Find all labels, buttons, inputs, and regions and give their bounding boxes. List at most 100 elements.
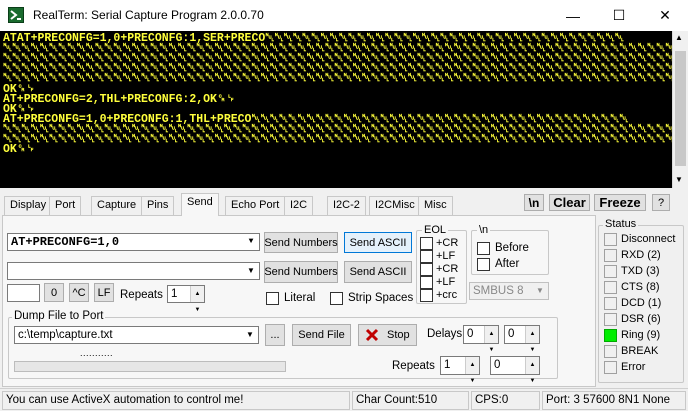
smbus-select[interactable]: SMBUS 8 ▼ bbox=[469, 282, 549, 300]
tab-i2c-2[interactable]: I2C-2 bbox=[327, 196, 366, 215]
tab-i2cmisc[interactable]: I2CMisc bbox=[369, 196, 421, 215]
chevron-down-icon[interactable]: ▼ bbox=[243, 234, 259, 250]
terminal-display[interactable]: ATAT+PRECONFG=1,0+PRECONFG:1,SER+PRECO␀␀… bbox=[0, 31, 672, 188]
delay2-value: 0 bbox=[508, 328, 515, 340]
send-zero-button[interactable]: 0 bbox=[44, 283, 64, 302]
scrollbar-thumb[interactable] bbox=[675, 51, 686, 166]
scroll-down-icon[interactable]: ▼ bbox=[675, 175, 683, 184]
status-item-label: Error bbox=[621, 361, 646, 373]
tab-display[interactable]: Display bbox=[4, 196, 53, 215]
tab-capture[interactable]: Capture bbox=[91, 196, 143, 215]
delay1-spinner[interactable]: 0 ▲ ▼ bbox=[463, 325, 499, 353]
clear-button[interactable]: Clear bbox=[549, 194, 590, 211]
stop-label: Stop bbox=[387, 329, 410, 341]
status-led-icon bbox=[604, 233, 617, 246]
status-led-icon bbox=[604, 361, 617, 374]
smbus-value: SMBUS 8 bbox=[473, 285, 524, 297]
status-led-icon bbox=[604, 313, 617, 326]
dump-repeats1-spinner[interactable]: 1 ▲ ▼ bbox=[440, 356, 480, 384]
send-file-button[interactable]: Send File bbox=[292, 324, 351, 346]
repeats-label: Repeats bbox=[120, 289, 163, 301]
eol-cr-label-2: +CR bbox=[436, 263, 459, 275]
status-item-label: BREAK bbox=[621, 345, 659, 357]
maximize-button[interactable]: ☐ bbox=[596, 0, 642, 31]
eol-cr-label-1: +CR bbox=[436, 237, 459, 249]
status-item: DCD (1) bbox=[604, 297, 684, 311]
status-item-label: Disconnect bbox=[621, 233, 676, 245]
send-repeats-spinner[interactable]: 1 ▲ ▼ bbox=[167, 285, 205, 313]
terminal-scrollbar[interactable]: ▲ ▼ bbox=[672, 31, 688, 188]
tab-misc[interactable]: Misc bbox=[418, 196, 453, 215]
newline-group-title: \n bbox=[477, 224, 491, 236]
status-item: Ring (9) bbox=[604, 329, 684, 343]
tab-echo-port[interactable]: Echo Port bbox=[225, 196, 286, 215]
scroll-up-icon[interactable]: ▲ bbox=[675, 33, 683, 42]
eol-lf-checkbox-2[interactable] bbox=[420, 276, 433, 289]
terminal-line: AT+PRECONFG=2,THL+PRECONFG:2,OK␍␊ bbox=[3, 92, 236, 106]
dump-file-value: c:\temp\capture.txt bbox=[18, 329, 113, 341]
dump-repeats1-value: 1 bbox=[444, 359, 451, 371]
eol-cr-checkbox-2[interactable] bbox=[420, 263, 433, 276]
tab-send[interactable]: Send bbox=[181, 193, 219, 216]
status-item: CTS (8) bbox=[604, 281, 684, 295]
before-label: Before bbox=[495, 242, 529, 254]
chevron-down-icon[interactable]: ▼ bbox=[242, 327, 258, 343]
before-checkbox[interactable] bbox=[477, 242, 490, 255]
send-numbers-button-1[interactable]: Send Numbers bbox=[264, 232, 338, 253]
stop-button[interactable]: Stop bbox=[358, 324, 417, 346]
status-item: DSR (6) bbox=[604, 313, 684, 327]
dump-repeats2-value: 0 bbox=[494, 359, 501, 371]
ctrl-c-button[interactable]: ^C bbox=[69, 283, 89, 302]
status-led-icon bbox=[604, 329, 617, 342]
send-line1-value: AT+PRECONFG=1,0 bbox=[11, 235, 120, 249]
freeze-button[interactable]: Freeze bbox=[594, 194, 646, 211]
help-button[interactable]: ? bbox=[652, 194, 670, 211]
port-info: Port: 3 57600 8N1 None bbox=[542, 391, 686, 410]
tab-i2c[interactable]: I2C bbox=[284, 196, 314, 215]
browse-file-button[interactable]: ... bbox=[265, 324, 285, 346]
send-repeats-value: 1 bbox=[171, 288, 178, 300]
status-led-icon bbox=[604, 345, 617, 358]
send-line2-combo[interactable]: ▼ bbox=[7, 262, 260, 280]
dump-repeats2-spinner[interactable]: 0 ▲ ▼ bbox=[490, 356, 540, 384]
status-item-label: Ring (9) bbox=[621, 329, 661, 341]
spinner-arrows-icon[interactable]: ▲ ▼ bbox=[525, 326, 539, 353]
after-checkbox[interactable] bbox=[477, 258, 490, 271]
send-line1-combo[interactable]: AT+PRECONFG=1,0 ▼ bbox=[7, 233, 260, 251]
send-numbers-button-2[interactable]: Send Numbers bbox=[264, 261, 338, 283]
status-led-icon bbox=[604, 281, 617, 294]
char-input[interactable] bbox=[7, 284, 40, 302]
terminal-line: OK␍␊ bbox=[3, 143, 36, 157]
eol-crc-label: +crc bbox=[436, 289, 458, 301]
literal-checkbox[interactable] bbox=[266, 292, 279, 305]
status-item-label: TXD (3) bbox=[621, 265, 660, 277]
newline-button[interactable]: \n bbox=[524, 194, 544, 211]
dump-repeats-label: Repeats bbox=[392, 360, 435, 372]
spinner-arrows-icon[interactable]: ▲ ▼ bbox=[525, 357, 539, 384]
strip-spaces-checkbox[interactable] bbox=[330, 292, 343, 305]
window-title: RealTerm: Serial Capture Program 2.0.0.7… bbox=[33, 8, 264, 22]
status-item-label: CTS (8) bbox=[621, 281, 660, 293]
spinner-arrows-icon[interactable]: ▲ ▼ bbox=[465, 357, 479, 384]
status-item: TXD (3) bbox=[604, 265, 684, 279]
tab-pins[interactable]: Pins bbox=[141, 196, 175, 215]
status-message: You can use ActiveX automation to contro… bbox=[2, 391, 350, 410]
tab-port[interactable]: Port bbox=[49, 196, 82, 215]
minimize-button[interactable]: — bbox=[550, 0, 596, 31]
chevron-down-icon[interactable]: ▼ bbox=[243, 263, 259, 279]
stop-x-icon bbox=[365, 328, 379, 342]
spinner-arrows-icon[interactable]: ▲ ▼ bbox=[484, 326, 498, 353]
eol-lf-label-1: +LF bbox=[436, 250, 456, 262]
eol-cr-checkbox-1[interactable] bbox=[420, 237, 433, 250]
chevron-down-icon[interactable]: ▼ bbox=[532, 283, 548, 299]
spinner-arrows-icon[interactable]: ▲ ▼ bbox=[190, 286, 204, 313]
eol-lf-checkbox-1[interactable] bbox=[420, 250, 433, 263]
delay2-spinner[interactable]: 0 ▲ ▼ bbox=[504, 325, 540, 353]
send-ascii-button-2[interactable]: Send ASCII bbox=[344, 261, 412, 283]
dump-file-combo[interactable]: c:\temp\capture.txt ▼ bbox=[14, 326, 259, 344]
dump-progress-bar bbox=[14, 361, 286, 372]
send-ascii-button-1[interactable]: Send ASCII bbox=[344, 232, 412, 253]
lf-button[interactable]: LF bbox=[94, 283, 114, 302]
eol-crc-checkbox[interactable] bbox=[420, 289, 433, 302]
close-button[interactable]: ✕ bbox=[642, 0, 688, 31]
